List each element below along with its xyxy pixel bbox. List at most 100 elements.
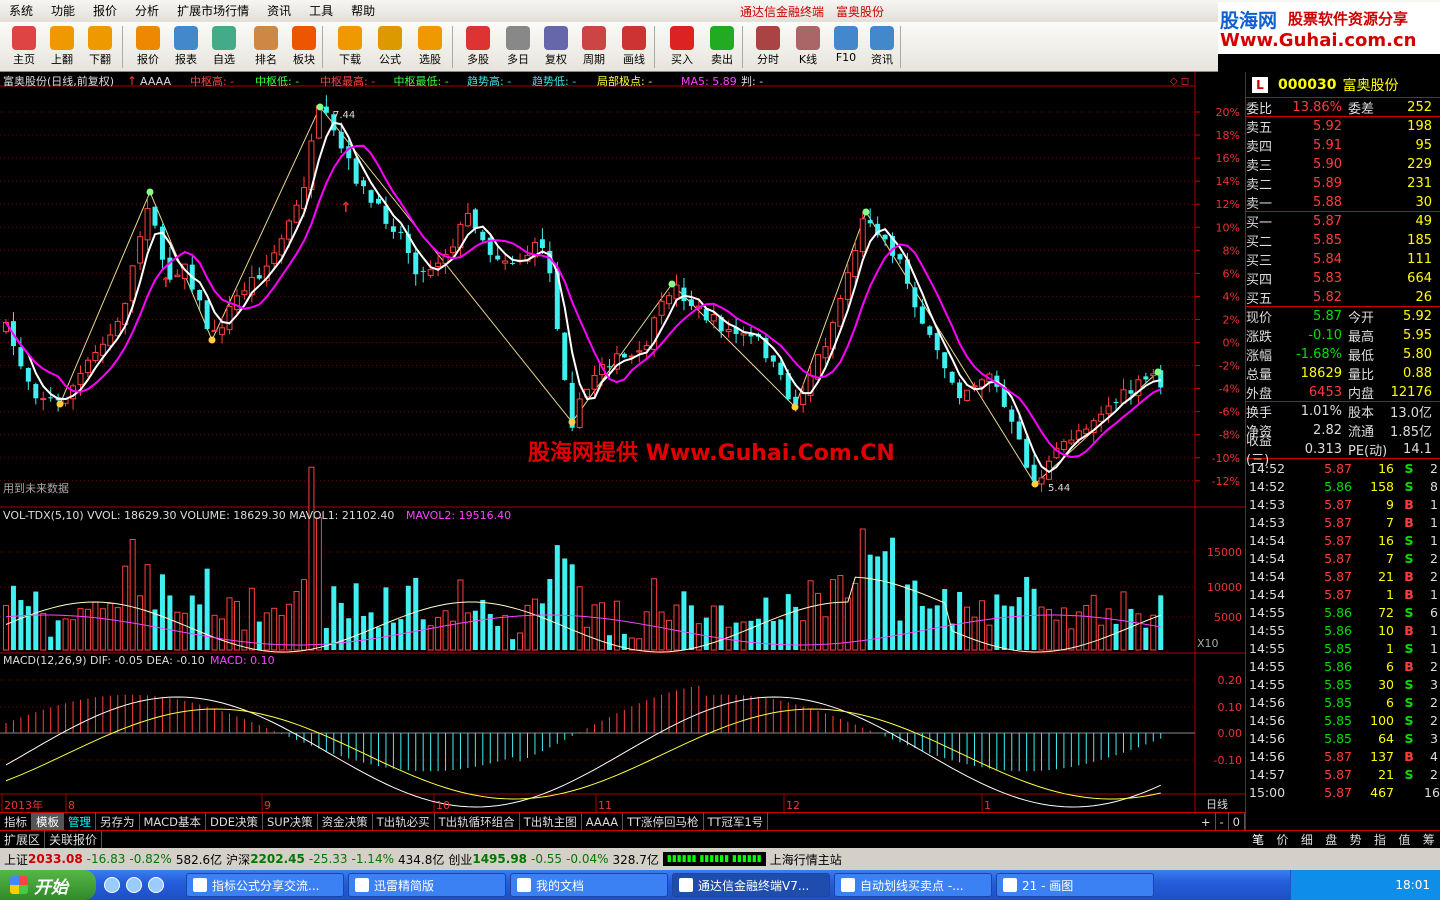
quote-tab-4[interactable]: 势 <box>1344 831 1368 848</box>
formula-tab-11[interactable]: AAAA <box>582 812 624 831</box>
chart-area[interactable]: ↑ ↑ 20% 18% 16% 14% 12% 10% 8% 6% 4% 2% 0% -2% -4% -6%… <box>0 72 1245 828</box>
menu-help[interactable]: 帮助 <box>342 0 384 22</box>
tick-time: 14:56 <box>1249 730 1286 746</box>
toolbar-btn-10[interactable]: 选股 <box>410 24 450 70</box>
toolbar-btn-2[interactable]: 下翻 <box>80 24 120 70</box>
taskbar-item-1[interactable]: 迅雷精简版 <box>348 873 506 897</box>
sh-index-label[interactable]: 上证 <box>4 851 28 868</box>
toolbar-btn-16[interactable]: 买入 <box>662 24 702 70</box>
quote-tab-5[interactable]: 指 <box>1368 831 1392 848</box>
vol-tick: 10000 <box>1207 581 1242 594</box>
buy-price: 5.82 <box>1313 289 1342 305</box>
candle-body <box>1105 405 1112 415</box>
formula-tab-3[interactable]: 另存为 <box>96 812 140 831</box>
toolbar-btn-18[interactable]: 分时 <box>748 24 788 70</box>
formula-tab-1[interactable]: 模板 <box>32 812 64 831</box>
toolbar-btn-7[interactable]: 板块 <box>284 24 324 70</box>
taskbar-item-2[interactable]: 我的文档 <box>510 873 668 897</box>
candle-body <box>204 300 210 329</box>
taskbar-item-5[interactable]: 21 - 画图 <box>996 873 1154 897</box>
ie-icon[interactable] <box>104 877 120 893</box>
period-label[interactable]: 日线 <box>1206 797 1228 811</box>
stat-label: 涨幅 <box>1246 349 1273 364</box>
formula-tab-8[interactable]: T出轨必买 <box>373 812 435 831</box>
toolbar-btn-5[interactable]: 自选 <box>204 24 244 70</box>
stat2-row: 换手 1.01% 股本 13.0亿 <box>1246 402 1440 421</box>
toolbar-btn-12[interactable]: 多日 <box>498 24 538 70</box>
formula-tab-4[interactable]: MACD基本 <box>140 812 206 831</box>
toolbar-btn-3[interactable]: 报价 <box>128 24 168 70</box>
volume-bar <box>70 619 77 651</box>
toolbar-btn-19[interactable]: K线 <box>788 24 828 70</box>
formula-tab-13[interactable]: TT冠军1号 <box>704 812 769 831</box>
quote-tab-6[interactable]: 值 <box>1392 831 1416 848</box>
formula-tab-6[interactable]: SUP决策 <box>263 812 318 831</box>
tick-row: 14:55 5.86 6 B 2 <box>1246 657 1440 675</box>
toolbar-btn-6[interactable]: 排名 <box>246 24 286 70</box>
quote-tab-1[interactable]: 价 <box>1270 831 1294 848</box>
toolbar-btn-15[interactable]: 画线 <box>614 24 654 70</box>
tab-ctrl-2[interactable]: 0 <box>1229 812 1245 831</box>
tab-ctrl-0[interactable]: + <box>1197 812 1216 831</box>
quote-tab-0[interactable]: 笔 <box>1246 831 1270 848</box>
tab-related-quote[interactable]: 关联报价 <box>45 831 103 848</box>
volume-bar <box>472 610 478 650</box>
formula-tab-0[interactable]: 指标 <box>0 812 32 831</box>
formula-tab-2[interactable]: 管理 <box>64 812 96 831</box>
menu-function[interactable]: 功能 <box>42 0 84 22</box>
tick-row: 14:54 5.87 21 B 2 <box>1246 567 1440 585</box>
tick-price: 5.85 <box>1324 712 1352 728</box>
toolbar-btn-1[interactable]: 上翻 <box>42 24 82 70</box>
email-icon[interactable] <box>148 877 164 893</box>
toolbar-btn-4[interactable]: 报表 <box>166 24 206 70</box>
macd-tick: -0.10 <box>1214 754 1242 767</box>
toolbar-btn-17[interactable]: 卖出 <box>702 24 742 70</box>
chart-option-icon[interactable]: ◇ ◻ <box>1170 76 1189 87</box>
tick-row: 14:55 5.85 30 S 3 <box>1246 675 1440 693</box>
kline-chart[interactable]: ↑ ↑ 20% 18% 16% 14% 12% 10% 8% 6% 4% 2% 0% -2% -4% -6%… <box>0 72 1245 812</box>
candle-body <box>591 374 598 390</box>
taskbar-item-3[interactable]: 通达信金融终端V7... <box>672 873 830 897</box>
tab-ext-area[interactable]: 扩展区 <box>0 831 46 848</box>
candle-body <box>1113 402 1119 404</box>
formula-tab-12[interactable]: TT涨停回马枪 <box>623 812 704 831</box>
volume-bar <box>107 602 114 651</box>
menu-ext-market[interactable]: 扩展市场行情 <box>168 0 258 22</box>
start-button[interactable]: 开始 <box>0 870 96 900</box>
hs-index-label[interactable]: 沪深 <box>226 851 250 868</box>
quote-tab-2[interactable]: 细 <box>1295 831 1319 848</box>
toolbar-btn-13[interactable]: 复权 <box>536 24 576 70</box>
toolbar-separator <box>900 26 901 68</box>
toolbar-btn-0[interactable]: 主页 <box>4 24 44 70</box>
stat-row: 外盘 6453 内盘 12176 <box>1246 383 1440 402</box>
quote-tab-7[interactable]: 筹 <box>1417 831 1440 848</box>
taskbar-item-0[interactable]: 指标公式分享交流... <box>186 873 344 897</box>
formula-tab-9[interactable]: T出轨循环组合 <box>435 812 520 831</box>
tab-ctrl-1[interactable]: - <box>1216 812 1229 831</box>
formula-tab-5[interactable]: DDE决策 <box>206 812 263 831</box>
task-label: 21 - 画图 <box>1022 878 1074 893</box>
toolbar-btn-20[interactable]: F10 <box>826 24 866 70</box>
menu-tools[interactable]: 工具 <box>300 0 342 22</box>
menu-analysis[interactable]: 分析 <box>126 0 168 22</box>
toolbar-btn-9[interactable]: 公式 <box>370 24 410 70</box>
toolbar-btn-8[interactable]: 下载 <box>330 24 370 70</box>
formula-tab-10[interactable]: T出轨主图 <box>520 812 582 831</box>
quote-tab-3[interactable]: 盘 <box>1319 831 1343 848</box>
tick-price: 5.87 <box>1324 784 1352 800</box>
taskbar-item-4[interactable]: 自动划线买卖点 -... <box>834 873 992 897</box>
menu-news[interactable]: 资讯 <box>258 0 300 22</box>
formula-tab-7[interactable]: 资金决策 <box>318 812 373 831</box>
toolbar-btn-21[interactable]: 资讯 <box>862 24 902 70</box>
browser-icon[interactable] <box>126 877 142 893</box>
buy-row: 买三 5.84 111 <box>1246 250 1440 269</box>
toolbar-btn-11[interactable]: 多股 <box>458 24 498 70</box>
legend-item-8: 判: - <box>741 75 763 88</box>
volume-bar <box>591 604 598 651</box>
toolbar-btn-14[interactable]: 周期 <box>574 24 614 70</box>
menu-quote[interactable]: 报价 <box>84 0 126 22</box>
volume-bar <box>219 618 226 651</box>
menu-system[interactable]: 系统 <box>0 0 42 22</box>
server-name[interactable]: 上海行情主站 <box>770 851 842 868</box>
cy-index-label[interactable]: 创业 <box>448 851 472 868</box>
